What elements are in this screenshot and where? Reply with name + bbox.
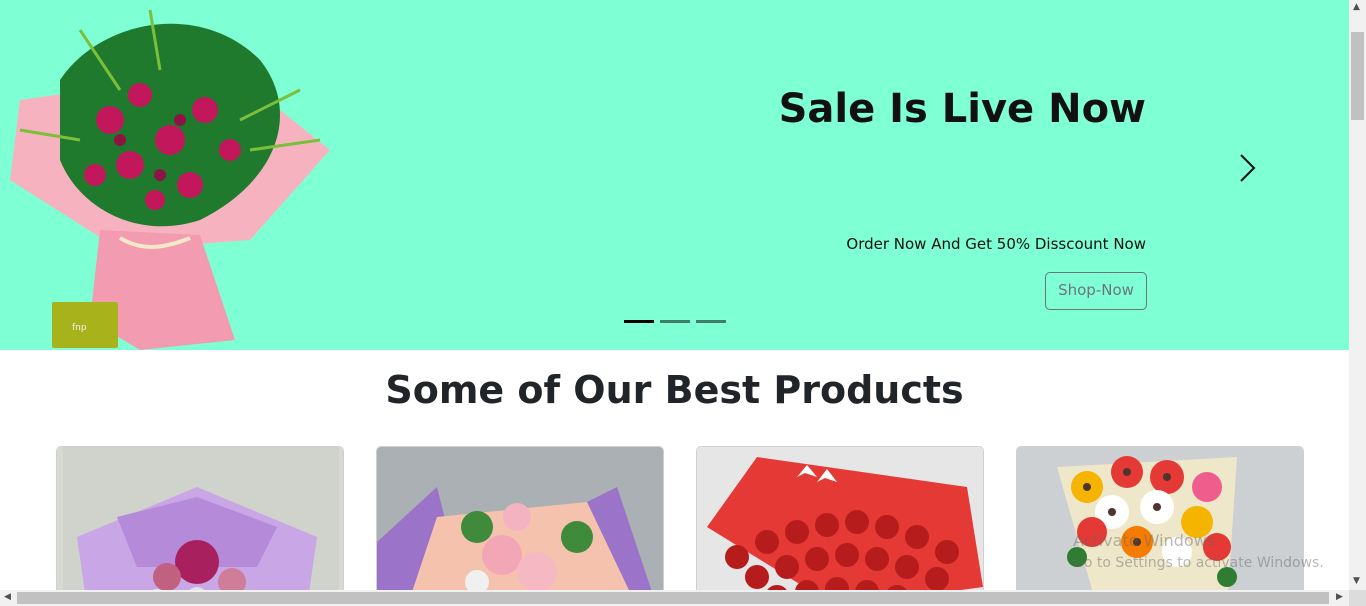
carousel-indicator-1[interactable]: [624, 320, 654, 323]
carousel-indicator-2[interactable]: [660, 320, 690, 323]
triangle-up-icon[interactable]: ▲: [1353, 2, 1360, 12]
pink-rose-bouquet-image: [377, 447, 663, 590]
red-rose-bouquet-image: [697, 447, 983, 590]
products-section-title: Some of Our Best Products: [385, 368, 964, 412]
gift-tag-text: fnp: [72, 323, 87, 333]
triangle-right-icon[interactable]: ▶: [1336, 592, 1343, 602]
horizontal-scrollbar-thumb[interactable]: [17, 592, 1329, 604]
hero-subtitle: Order Now And Get 50% Disscount Now: [846, 235, 1146, 253]
scrollbar-corner: [1349, 590, 1366, 606]
product-card[interactable]: [56, 446, 344, 590]
hero-title: Sale Is Live Now: [778, 86, 1146, 132]
vertical-scrollbar-thumb[interactable]: [1351, 32, 1364, 120]
triangle-left-icon[interactable]: ◀: [4, 592, 11, 602]
os-activation-watermark: Activate Windows Go to Settings to activ…: [1073, 530, 1324, 574]
shop-now-button[interactable]: Shop-Now: [1045, 272, 1147, 310]
product-card[interactable]: [696, 446, 984, 590]
hero-carousel: fnp Sale Is Live Now Order Now And Get 5…: [0, 0, 1349, 350]
triangle-down-icon[interactable]: ▼: [1353, 576, 1360, 586]
page: fnp Sale Is Live Now Order Now And Get 5…: [0, 0, 1349, 590]
pink-lily-bouquet-image: [57, 447, 343, 590]
watermark-line-1: Activate Windows: [1073, 531, 1216, 550]
product-card[interactable]: [376, 446, 664, 590]
chevron-right-icon[interactable]: [1232, 148, 1262, 188]
carousel-indicator-3[interactable]: [696, 320, 726, 323]
watermark-line-2: Go to Settings to activate Windows.: [1073, 555, 1324, 571]
orchid-bouquet-image: fnp: [10, 9, 330, 350]
